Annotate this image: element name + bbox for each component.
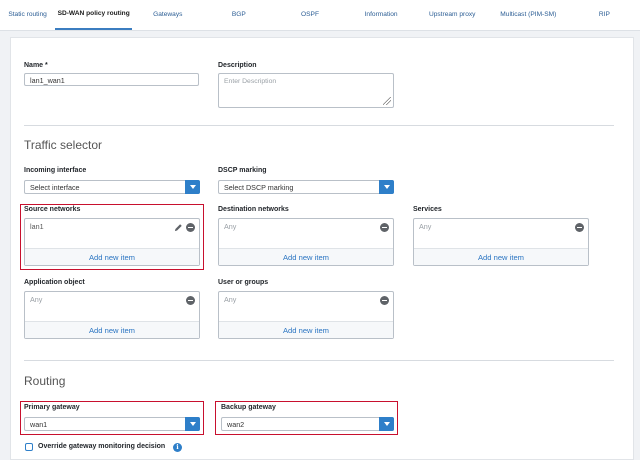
minus-circle-icon[interactable] xyxy=(575,223,584,232)
tab-upstream-proxy[interactable]: Upstream proxy xyxy=(417,0,488,30)
destination-networks-add-button[interactable]: Add new item xyxy=(219,248,393,265)
services-item: Any xyxy=(419,222,432,231)
tab-information[interactable]: Information xyxy=(346,0,417,30)
traffic-selector-title: Traffic selector xyxy=(24,138,103,152)
destination-networks-label: Destination networks xyxy=(218,206,289,213)
incoming-interface-value: Select interface xyxy=(30,183,80,192)
info-icon[interactable]: i xyxy=(173,443,182,452)
minus-circle-icon[interactable] xyxy=(186,296,195,305)
tab-static-routing[interactable]: Static routing xyxy=(0,0,55,30)
divider xyxy=(24,360,614,361)
incoming-interface-label: Incoming interface xyxy=(24,167,87,174)
description-textarea[interactable]: Enter Description xyxy=(218,73,394,108)
resize-grip-icon[interactable] xyxy=(383,97,391,105)
name-label: Name * xyxy=(24,62,48,69)
divider xyxy=(24,125,614,126)
user-or-groups-add-button[interactable]: Add new item xyxy=(219,321,393,338)
dscp-marking-select[interactable]: Select DSCP marking xyxy=(218,180,394,194)
tab-multicast[interactable]: Multicast (PIM-SM) xyxy=(488,0,569,30)
tab-bgp[interactable]: BGP xyxy=(203,0,274,30)
override-gateway-checkbox[interactable] xyxy=(25,443,33,451)
routing-title: Routing xyxy=(24,374,66,388)
override-gateway-label: Override gateway monitoring decision xyxy=(38,443,166,450)
user-or-groups-label: User or groups xyxy=(218,279,269,286)
chevron-down-icon[interactable] xyxy=(379,180,394,194)
services-list: Any Add new item xyxy=(413,218,589,266)
tab-sd-wan-policy-routing[interactable]: SD-WAN policy routing xyxy=(55,0,133,30)
dscp-marking-label: DSCP marking xyxy=(218,167,267,174)
tab-rip[interactable]: RIP xyxy=(569,0,640,30)
description-label: Description xyxy=(218,62,257,69)
services-add-button[interactable]: Add new item xyxy=(414,248,588,265)
destination-networks-item: Any xyxy=(224,222,237,231)
user-or-groups-item: Any xyxy=(224,295,237,304)
application-object-label: Application object xyxy=(24,279,85,286)
services-label: Services xyxy=(413,206,442,213)
name-input[interactable]: lan1_wan1 xyxy=(24,73,199,86)
form-panel: Name * lan1_wan1 Description Enter Descr… xyxy=(10,37,634,460)
application-object-item: Any xyxy=(30,295,43,304)
minus-circle-icon[interactable] xyxy=(380,223,389,232)
dscp-marking-value: Select DSCP marking xyxy=(224,183,294,192)
tab-bar: Static routing SD-WAN policy routing Gat… xyxy=(0,0,640,31)
minus-circle-icon[interactable] xyxy=(380,296,389,305)
user-or-groups-list: Any Add new item xyxy=(218,291,394,339)
backup-gateway-highlight xyxy=(215,401,398,435)
destination-networks-list: Any Add new item xyxy=(218,218,394,266)
application-object-list: Any Add new item xyxy=(24,291,200,339)
chevron-down-icon[interactable] xyxy=(185,180,200,194)
tab-gateways[interactable]: Gateways xyxy=(132,0,203,30)
incoming-interface-select[interactable]: Select interface xyxy=(24,180,200,194)
source-networks-highlight xyxy=(20,204,204,270)
description-placeholder: Enter Description xyxy=(224,78,277,85)
application-object-add-button[interactable]: Add new item xyxy=(25,321,199,338)
tab-ospf[interactable]: OSPF xyxy=(274,0,345,30)
primary-gateway-highlight xyxy=(20,401,204,435)
